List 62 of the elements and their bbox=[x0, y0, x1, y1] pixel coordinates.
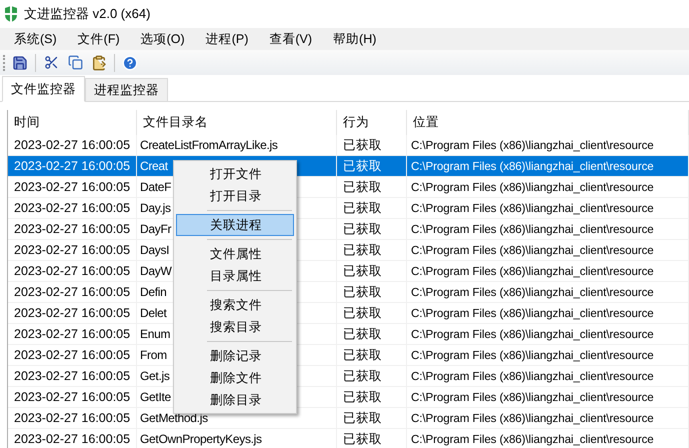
table-cell: 2023-02-27 16:00:05 bbox=[8, 387, 137, 408]
table-cell: 2023-02-27 16:00:05 bbox=[8, 177, 137, 198]
table-cell: 2023-02-27 16:00:05 bbox=[8, 198, 137, 219]
tab[interactable]: 文件监控器 bbox=[2, 76, 85, 102]
table-cell: 已获取 bbox=[337, 198, 407, 219]
context-menu-item[interactable]: 删除文件 bbox=[176, 367, 294, 389]
table-cell: 已获取 bbox=[337, 282, 407, 303]
table-cell: 已获取 bbox=[337, 324, 407, 345]
table-cell: C:\Program Files (x86)\liangzhai_client\resource bbox=[407, 135, 689, 156]
window-title: 文进监控器 v2.0 (x64) bbox=[24, 5, 150, 23]
menu-item[interactable]: 选项(O) bbox=[132, 30, 193, 48]
table-cell: C:\Program Files (x86)\liangzhai_client\resource bbox=[407, 240, 689, 261]
menu-item[interactable]: 文件(F) bbox=[70, 30, 128, 48]
table-cell: 2023-02-27 16:00:05 bbox=[8, 282, 137, 303]
menu-item[interactable]: 系统(S) bbox=[6, 30, 65, 48]
table-cell: C:\Program Files (x86)\liangzhai_client\resource bbox=[407, 198, 689, 219]
table-cell: 2023-02-27 16:00:05 bbox=[8, 303, 137, 324]
table-cell: C:\Program Files (x86)\liangzhai_client\resource bbox=[407, 387, 689, 408]
table-cell: C:\Program Files (x86)\liangzhai_client\resource bbox=[407, 303, 689, 324]
table-cell: 已获取 bbox=[337, 303, 407, 324]
context-menu-item[interactable]: 删除目录 bbox=[176, 389, 294, 411]
table-cell: 2023-02-27 16:00:05 bbox=[8, 324, 137, 345]
table-cell: C:\Program Files (x86)\liangzhai_client\resource bbox=[407, 345, 689, 366]
table-cell: 2023-02-27 16:00:05 bbox=[8, 219, 137, 240]
table-cell: 2023-02-27 16:00:05 bbox=[8, 366, 137, 387]
table-cell: 已获取 bbox=[337, 219, 407, 240]
table-cell: C:\Program Files (x86)\liangzhai_client\resource bbox=[407, 219, 689, 240]
copy-button[interactable] bbox=[66, 54, 84, 72]
table-cell: C:\Program Files (x86)\liangzhai_client\resource bbox=[407, 177, 689, 198]
table-cell: 2023-02-27 16:00:05 bbox=[8, 156, 137, 177]
table-cell: C:\Program Files (x86)\liangzhai_client\resource bbox=[407, 408, 689, 429]
table-cell: 已获取 bbox=[337, 366, 407, 387]
table-cell: 已获取 bbox=[337, 240, 407, 261]
table-cell: 2023-02-27 16:00:05 bbox=[8, 345, 137, 366]
save-button[interactable] bbox=[11, 54, 29, 72]
context-menu-item[interactable]: 关联进程 bbox=[176, 214, 294, 236]
menu-item[interactable]: 进程(P) bbox=[198, 30, 256, 48]
table-cell: C:\Program Files (x86)\liangzhai_client\resource bbox=[407, 324, 689, 345]
table-cell: 已获取 bbox=[337, 177, 407, 198]
table-cell: C:\Program Files (x86)\liangzhai_client\resource bbox=[407, 282, 689, 303]
cut-button[interactable] bbox=[42, 54, 60, 72]
table-cell: C:\Program Files (x86)\liangzhai_client\resource bbox=[407, 366, 689, 387]
help-button[interactable] bbox=[121, 54, 139, 72]
table-cell: 2023-02-27 16:00:05 bbox=[8, 240, 137, 261]
table-cell: 2023-02-27 16:00:05 bbox=[8, 408, 137, 429]
table-cell: 已获取 bbox=[337, 408, 407, 429]
app-icon bbox=[4, 6, 18, 22]
table-cell: 已获取 bbox=[337, 345, 407, 366]
menu-item[interactable]: 帮助(H) bbox=[325, 30, 384, 48]
tab[interactable]: 进程监控器 bbox=[85, 78, 168, 101]
paste-button[interactable] bbox=[90, 54, 108, 72]
table-cell: C:\Program Files (x86)\liangzhai_client\resource bbox=[407, 261, 689, 282]
table-cell: 2023-02-27 16:00:05 bbox=[8, 135, 137, 156]
menu-item[interactable]: 查看(V) bbox=[261, 30, 320, 48]
table-cell: 已获取 bbox=[337, 387, 407, 408]
table-cell: C:\Program Files (x86)\liangzhai_client\resource bbox=[407, 156, 689, 177]
table-cell: 已获取 bbox=[337, 135, 407, 156]
table-cell: 2023-02-27 16:00:05 bbox=[8, 261, 137, 282]
table-cell: CreateListFromArrayLike.js bbox=[137, 135, 337, 156]
table-cell: 已获取 bbox=[337, 156, 407, 177]
table-cell: 已获取 bbox=[337, 261, 407, 282]
context-menu-item[interactable]: 删除记录 bbox=[176, 345, 294, 367]
